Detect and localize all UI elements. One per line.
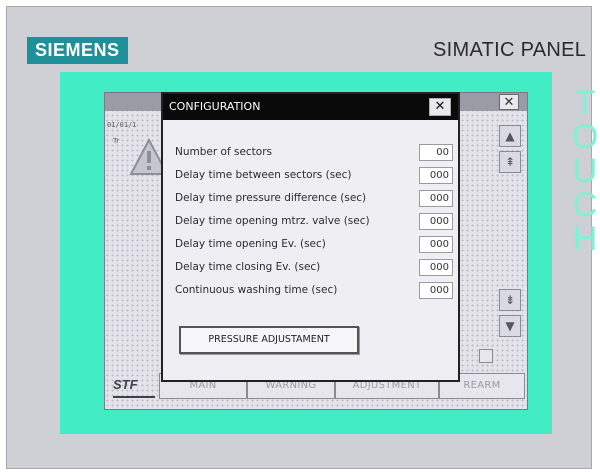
config-row: Delay time opening Ev. (sec) 000 [175, 236, 455, 254]
brand-logo: SIEMENS [27, 37, 128, 64]
date-readout: 01/01/1 [107, 121, 137, 129]
touch-label: TOUCH [566, 84, 600, 254]
row-label: Delay time between sectors (sec) [175, 169, 352, 181]
delay-between-sectors-field[interactable]: 000 [419, 167, 453, 184]
row-label: Delay time opening mtrz. valve (sec) [175, 215, 370, 227]
row-label: Tr [113, 137, 120, 145]
config-row: Delay time closing Ev. (sec) 000 [175, 259, 455, 277]
scroll-up-button[interactable]: ▲ [499, 125, 521, 147]
delay-opening-ev-field[interactable]: 000 [419, 236, 453, 253]
dialog-close-icon[interactable]: ✕ [429, 98, 451, 116]
scroll-down-button[interactable]: ▼ [499, 315, 521, 337]
pressure-adjustment-button[interactable]: PRESSURE ADJUSTAMENT [179, 326, 359, 354]
config-row: Delay time between sectors (sec) 000 [175, 167, 455, 185]
page-down-button[interactable]: ⇟ [499, 289, 521, 311]
continuous-washing-time-field[interactable]: 000 [419, 282, 453, 299]
config-row: Number of sectors 00 [175, 144, 455, 162]
config-row: Continuous washing time (sec) 000 [175, 282, 455, 300]
delay-closing-ev-field[interactable]: 000 [419, 259, 453, 276]
delay-opening-valve-field[interactable]: 000 [419, 213, 453, 230]
row-label: Continuous washing time (sec) [175, 284, 338, 296]
configuration-dialog: CONFIGURATION ✕ Number of sectors 00 Del… [161, 92, 460, 382]
small-toggle-button[interactable] [479, 349, 493, 363]
stf-logo: STF [113, 376, 155, 398]
dialog-title: CONFIGURATION [163, 94, 458, 120]
page-up-button[interactable]: ⇞ [499, 151, 521, 173]
delay-pressure-difference-field[interactable]: 000 [419, 190, 453, 207]
row-label: Delay time opening Ev. (sec) [175, 238, 326, 250]
number-of-sectors-field[interactable]: 00 [419, 144, 453, 161]
row-label: Delay time closing Ev. (sec) [175, 261, 321, 273]
model-name: SIMATIC PANEL [433, 39, 587, 61]
row-label: Number of sectors [175, 146, 273, 158]
row-label: Delay time pressure difference (sec) [175, 192, 367, 204]
close-icon[interactable]: ✕ [499, 94, 519, 110]
config-row: Delay time pressure difference (sec) 000 [175, 190, 455, 208]
config-row: Delay time opening mtrz. valve (sec) 000 [175, 213, 455, 231]
